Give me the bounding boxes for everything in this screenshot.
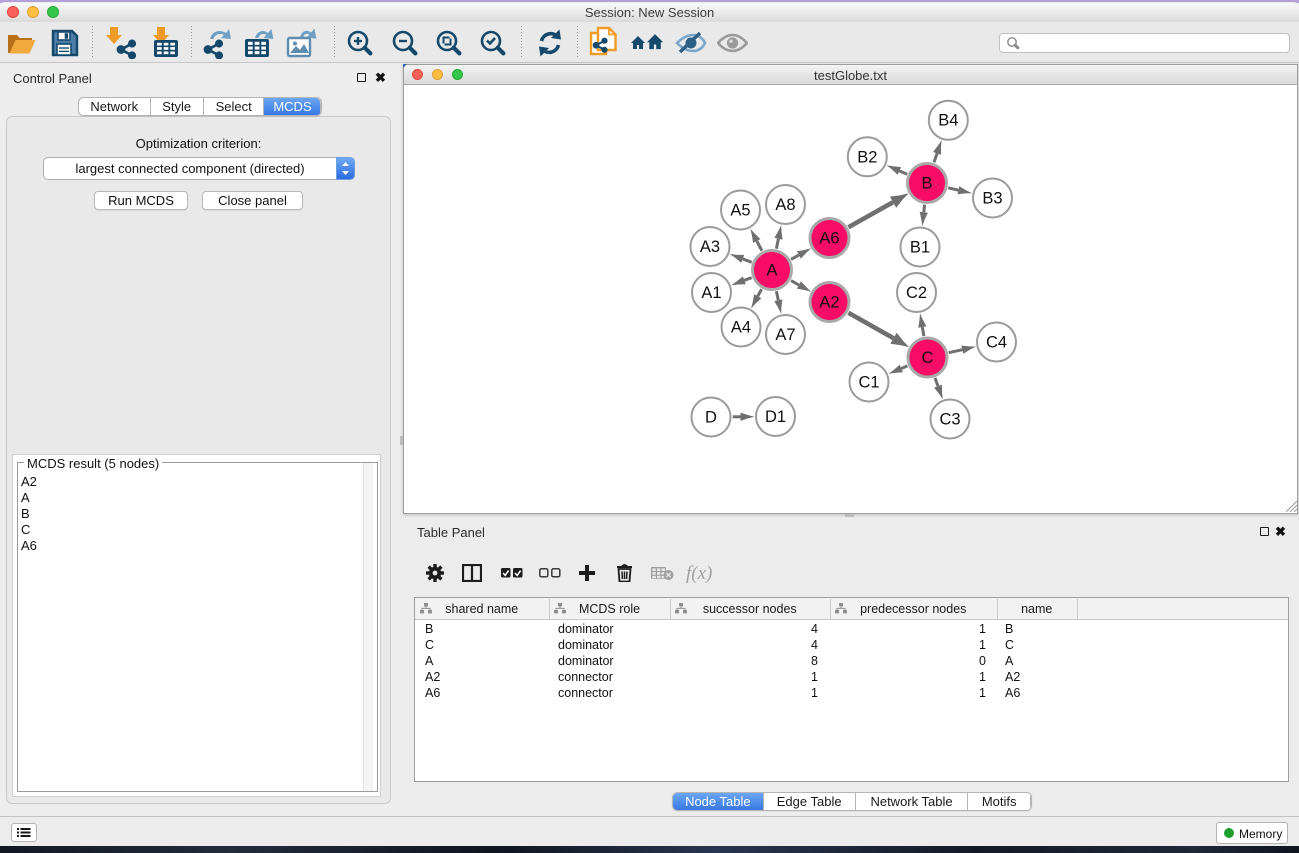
- svg-text:D1: D1: [765, 408, 786, 426]
- svg-text:B3: B3: [982, 190, 1002, 208]
- svg-text:A7: A7: [775, 326, 795, 344]
- svg-text:B1: B1: [910, 239, 930, 257]
- svg-text:C4: C4: [986, 334, 1007, 352]
- svg-text:C3: C3: [939, 411, 960, 429]
- svg-text:A1: A1: [701, 284, 721, 302]
- svg-text:B2: B2: [857, 148, 877, 166]
- svg-text:D: D: [705, 409, 717, 427]
- svg-text:B: B: [921, 175, 932, 193]
- svg-text:C2: C2: [906, 284, 927, 302]
- svg-text:A8: A8: [775, 196, 795, 214]
- svg-text:A: A: [766, 262, 777, 280]
- svg-text:C1: C1: [858, 374, 879, 392]
- svg-text:A3: A3: [700, 238, 720, 256]
- svg-text:A2: A2: [819, 294, 839, 312]
- svg-text:C: C: [922, 349, 934, 367]
- svg-text:A5: A5: [730, 202, 750, 220]
- svg-text:A6: A6: [819, 230, 839, 248]
- svg-text:B4: B4: [938, 112, 958, 130]
- svg-text:A4: A4: [731, 319, 751, 337]
